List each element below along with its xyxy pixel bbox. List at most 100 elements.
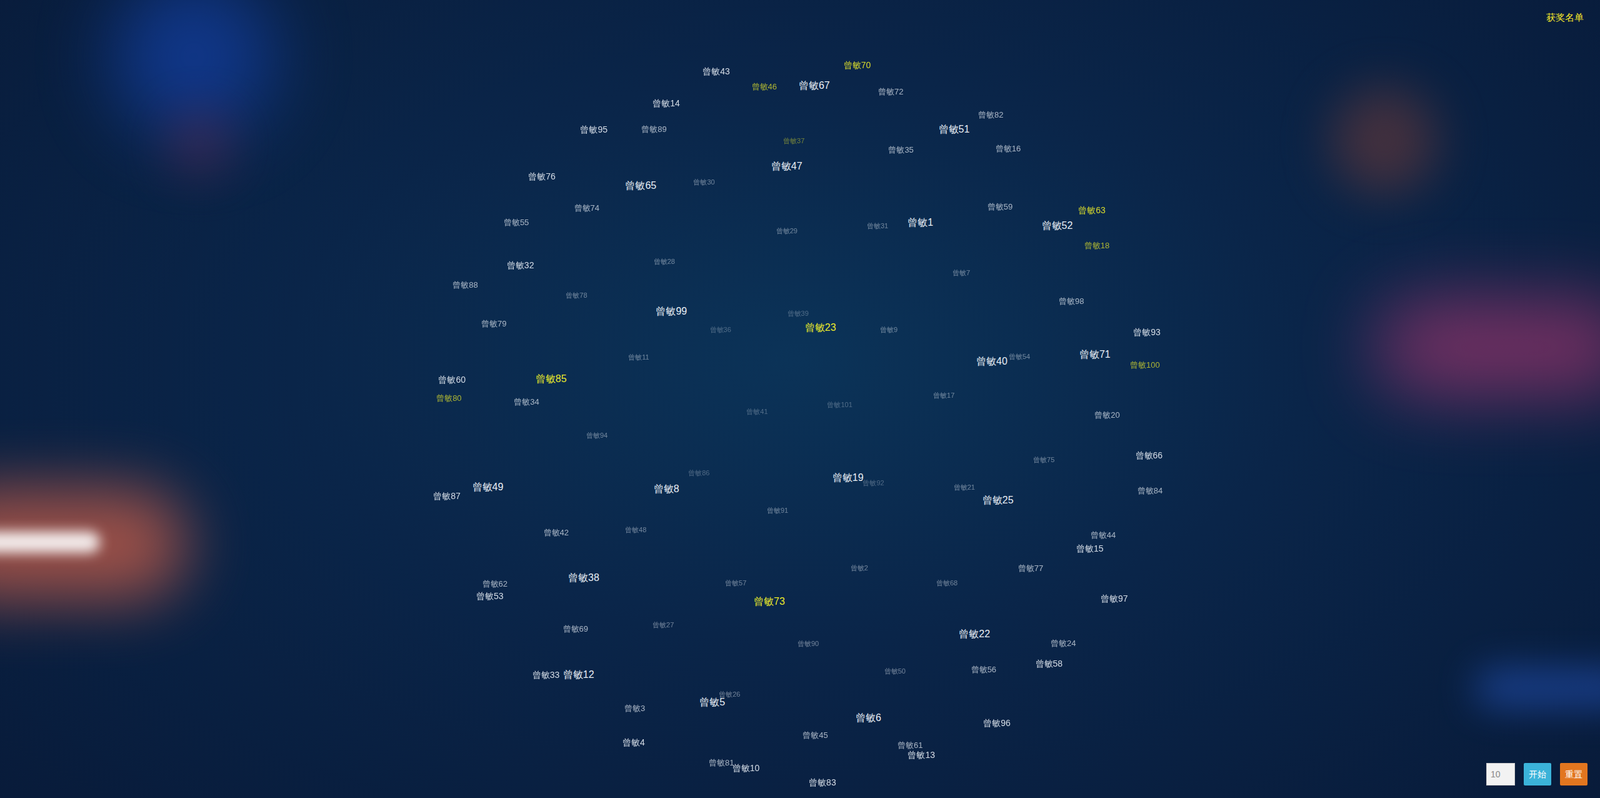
name-tag[interactable]: 曾敏83	[808, 775, 837, 789]
winners-link[interactable]: 获奖名单	[1546, 11, 1584, 23]
name-tag[interactable]: 曾敏4	[622, 735, 645, 749]
name-tag[interactable]: 曾敏30	[693, 176, 715, 187]
name-tag[interactable]: 曾敏51	[938, 121, 970, 137]
name-tag[interactable]: 曾敏8	[653, 481, 680, 497]
name-tag[interactable]: 曾敏84	[1137, 485, 1163, 498]
name-tag[interactable]: 曾敏59	[987, 201, 1013, 214]
name-tag[interactable]: 曾敏31	[866, 220, 889, 232]
name-tag[interactable]: 曾敏54	[1008, 351, 1030, 362]
name-tag[interactable]: 曾敏96	[983, 715, 1011, 729]
name-tag[interactable]: 曾敏97	[1100, 591, 1129, 605]
name-tag[interactable]: 曾敏72	[878, 85, 904, 99]
name-tag[interactable]: 曾敏87	[433, 489, 461, 503]
name-tag[interactable]: 曾敏46	[751, 80, 777, 94]
name-tag[interactable]: 曾敏90	[797, 637, 819, 649]
name-tag[interactable]: 曾敏60	[438, 373, 466, 387]
name-tag[interactable]: 曾敏66	[1135, 448, 1164, 462]
count-input[interactable]: 10	[1486, 762, 1515, 785]
name-tag[interactable]: 曾敏23	[805, 320, 837, 335]
name-tag[interactable]: 曾敏91	[766, 505, 789, 516]
name-tag[interactable]: 曾敏27	[652, 619, 674, 630]
name-tag[interactable]: 曾敏11	[628, 351, 649, 363]
name-tag[interactable]: 曾敏58	[1035, 656, 1064, 670]
name-tag[interactable]: 曾敏70	[843, 58, 872, 72]
name-tag[interactable]: 曾敏88	[452, 278, 478, 292]
name-tag[interactable]: 曾敏38	[568, 570, 600, 585]
name-tag[interactable]: 曾敏25	[982, 492, 1014, 508]
name-tag[interactable]: 曾敏57	[725, 577, 747, 589]
name-tag[interactable]: 曾敏43	[702, 65, 730, 79]
name-tag[interactable]: 曾敏5	[699, 694, 725, 710]
name-tag[interactable]: 曾敏3	[624, 701, 645, 715]
name-tag[interactable]: 曾敏49	[472, 479, 504, 495]
name-tag[interactable]: 曾敏62	[482, 577, 508, 590]
name-tag[interactable]: 曾敏45	[802, 728, 828, 742]
name-tag[interactable]: 曾敏100	[1130, 359, 1160, 372]
name-tag[interactable]: 曾敏18	[1084, 240, 1110, 253]
name-tag[interactable]: 曾敏55	[503, 216, 529, 229]
name-tag[interactable]: 曾敏77	[1018, 562, 1044, 575]
name-tag[interactable]: 曾敏6	[855, 710, 882, 725]
name-tag[interactable]: 曾敏22	[958, 626, 990, 642]
name-tag[interactable]: 曾敏50	[884, 665, 906, 676]
name-tag[interactable]: 曾敏47	[771, 158, 803, 174]
name-tag[interactable]: 曾敏85	[535, 371, 567, 387]
name-tag[interactable]: 曾敏37	[783, 135, 805, 147]
name-tag[interactable]: 曾敏75	[1033, 453, 1055, 465]
name-tag[interactable]: 曾敏15	[1076, 541, 1104, 555]
name-tag[interactable]: 曾敏81	[708, 756, 734, 769]
name-tag[interactable]: 曾敏12	[563, 666, 595, 682]
name-tag[interactable]: 曾敏24	[1050, 636, 1076, 650]
name-tag[interactable]: 曾敏1	[907, 215, 934, 230]
name-tag[interactable]: 曾敏79	[481, 317, 507, 330]
name-tag[interactable]: 曾敏67	[798, 78, 830, 94]
name-tag[interactable]: 曾敏98	[1058, 295, 1084, 308]
name-tag[interactable]: 曾敏53	[476, 589, 504, 603]
name-tag[interactable]: 曾敏14	[652, 96, 680, 110]
name-tag[interactable]: 曾敏52	[1041, 218, 1074, 234]
name-tag[interactable]: 曾敏74	[574, 201, 600, 215]
name-tag[interactable]: 曾敏17	[933, 390, 955, 401]
name-tag[interactable]: 曾敏16	[995, 143, 1021, 156]
name-tag[interactable]: 曾敏9	[880, 324, 898, 335]
name-tag[interactable]: 曾敏80	[436, 391, 462, 405]
name-tag[interactable]: 曾敏99	[655, 303, 687, 319]
name-tag[interactable]: 曾敏42	[543, 526, 569, 539]
name-tag[interactable]: 曾敏86	[688, 467, 710, 479]
name-tag[interactable]: 曾敏20	[1094, 409, 1120, 422]
name-tag[interactable]: 曾敏101	[826, 398, 852, 410]
name-tag[interactable]: 曾敏2	[850, 562, 869, 574]
name-tag[interactable]: 曾敏73	[753, 593, 785, 609]
name-tag[interactable]: 曾敏69	[563, 622, 589, 635]
name-tag[interactable]: 曾敏10	[732, 760, 760, 774]
name-tag[interactable]: 曾敏56	[971, 663, 997, 676]
name-tag[interactable]: 曾敏95	[580, 123, 608, 137]
name-tag[interactable]: 曾敏7	[952, 267, 970, 279]
name-tag[interactable]: 曾敏44	[1090, 528, 1116, 542]
reset-button[interactable]: 重置	[1560, 762, 1588, 785]
name-tag[interactable]: 曾敏40	[976, 353, 1008, 369]
start-button[interactable]: 开始	[1523, 762, 1552, 785]
name-tag[interactable]: 曾敏68	[936, 577, 958, 589]
name-tag[interactable]: 曾敏29	[776, 225, 798, 237]
name-tag[interactable]: 曾敏94	[586, 429, 608, 440]
name-tag[interactable]: 曾敏35	[888, 143, 914, 157]
name-tag[interactable]: 曾敏82	[978, 109, 1004, 122]
name-tag[interactable]: 曾敏21	[953, 481, 975, 493]
name-tag[interactable]: 曾敏89	[641, 123, 667, 137]
name-tag[interactable]: 曾敏71	[1079, 346, 1111, 362]
name-tag[interactable]: 曾敏92	[862, 477, 884, 489]
name-tag[interactable]: 曾敏41	[746, 406, 768, 417]
name-tag[interactable]: 曾敏33	[532, 668, 560, 682]
name-tag[interactable]: 曾敏32	[506, 258, 535, 272]
name-tag[interactable]: 曾敏78	[565, 290, 587, 301]
name-tag[interactable]: 曾敏63	[1078, 203, 1106, 217]
name-tag[interactable]: 曾敏65	[625, 178, 657, 194]
name-tag[interactable]: 曾敏76	[528, 170, 556, 184]
name-tag[interactable]: 曾敏13	[907, 747, 935, 761]
name-tag[interactable]: 曾敏93	[1133, 325, 1161, 339]
name-tag[interactable]: 曾敏34	[513, 396, 539, 409]
name-tag[interactable]: 曾敏48	[625, 524, 647, 535]
name-tag[interactable]: 曾敏36	[710, 324, 732, 335]
name-tag[interactable]: 曾敏28	[653, 256, 675, 267]
